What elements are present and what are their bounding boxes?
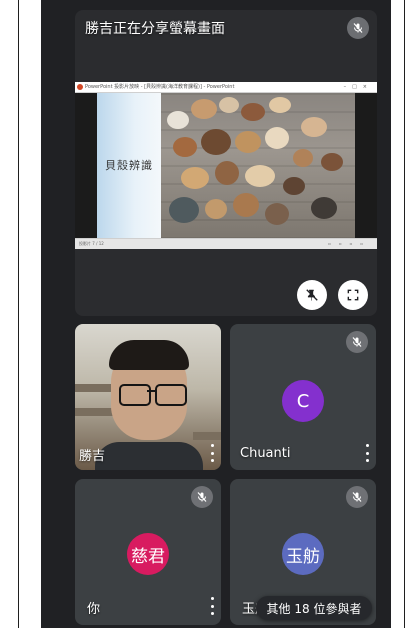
participant-tile-chuanti[interactable]: C Chuanti (230, 324, 376, 470)
participant-name: 勝吉 (79, 449, 106, 464)
shell-image (215, 161, 239, 185)
shell-image (321, 153, 343, 171)
shell-image (265, 203, 289, 225)
avatar: 慈君 (127, 533, 169, 575)
shell-image (283, 177, 305, 195)
glasses-left (119, 384, 151, 406)
shell-image (293, 149, 313, 167)
shell-image (269, 97, 291, 113)
shell-image (205, 199, 227, 219)
view-buttons-icon: ▫▫▫▫ (328, 241, 371, 246)
mic-off-icon (346, 331, 368, 353)
person-hair (109, 340, 189, 370)
avatar: C (282, 380, 324, 422)
shells-photo (161, 93, 355, 238)
slide: 貝殼辨識 (75, 93, 377, 238)
glasses-right (155, 384, 187, 406)
mic-off-icon (191, 486, 213, 508)
shell-image (301, 117, 327, 137)
background-shelf (75, 408, 115, 416)
ppt-title-bar: PowerPoint 投影片放映 - [貝殼辨識(海洋教育課程)] - Powe… (75, 82, 377, 93)
shell-image (173, 137, 197, 157)
left-border-line (18, 0, 19, 628)
shell-image (191, 99, 217, 119)
mic-off-icon (347, 17, 369, 39)
more-options-icon[interactable] (362, 444, 372, 462)
shared-screen-content: PowerPoint 投影片放映 - [貝殼辨識(海洋教育課程)] - Powe… (75, 82, 377, 249)
background-shelf (75, 384, 115, 392)
shell-image (233, 193, 259, 217)
shell-image (311, 197, 337, 219)
more-options-icon[interactable] (207, 444, 217, 462)
pin-off-icon[interactable] (297, 280, 327, 310)
shell-image (181, 167, 209, 189)
right-border-line (404, 0, 405, 628)
background-shelf (193, 432, 221, 440)
presentation-label: 勝吉正在分享螢幕畫面 (85, 21, 225, 37)
more-options-icon[interactable] (207, 597, 217, 615)
fullscreen-icon[interactable] (338, 280, 368, 310)
shell-image (169, 197, 199, 223)
window-controls-icon: –□× (343, 84, 373, 90)
shell-image (219, 97, 239, 113)
participant-tile-you[interactable]: 慈君 你 (75, 479, 221, 625)
ppt-status-text: 投影片 7 / 12 (79, 241, 104, 246)
ppt-status-bar: 投影片 7 / 12 ▫▫▫▫ (75, 238, 377, 249)
shell-image (245, 165, 275, 187)
ppt-window-title: PowerPoint 投影片放映 - [貝殼辨識(海洋教育課程)] - Powe… (85, 84, 235, 90)
shell-image (241, 103, 265, 121)
glasses-bridge (147, 390, 155, 392)
avatar: 玉舫 (282, 533, 324, 575)
mic-off-icon (346, 486, 368, 508)
person-shirt (95, 442, 203, 470)
participant-name: Chuanti (240, 446, 291, 461)
shell-image (201, 129, 231, 155)
participant-tile-shengji[interactable]: 勝吉 (75, 324, 221, 470)
shell-image (265, 127, 289, 149)
participant-name: 你 (87, 602, 101, 617)
powerpoint-logo-icon (77, 84, 83, 90)
shell-image (167, 111, 189, 129)
slide-title: 貝殼辨識 (105, 159, 153, 172)
shell-image (235, 131, 261, 153)
other-participants-button[interactable]: 其他 18 位參與者 (256, 596, 372, 620)
